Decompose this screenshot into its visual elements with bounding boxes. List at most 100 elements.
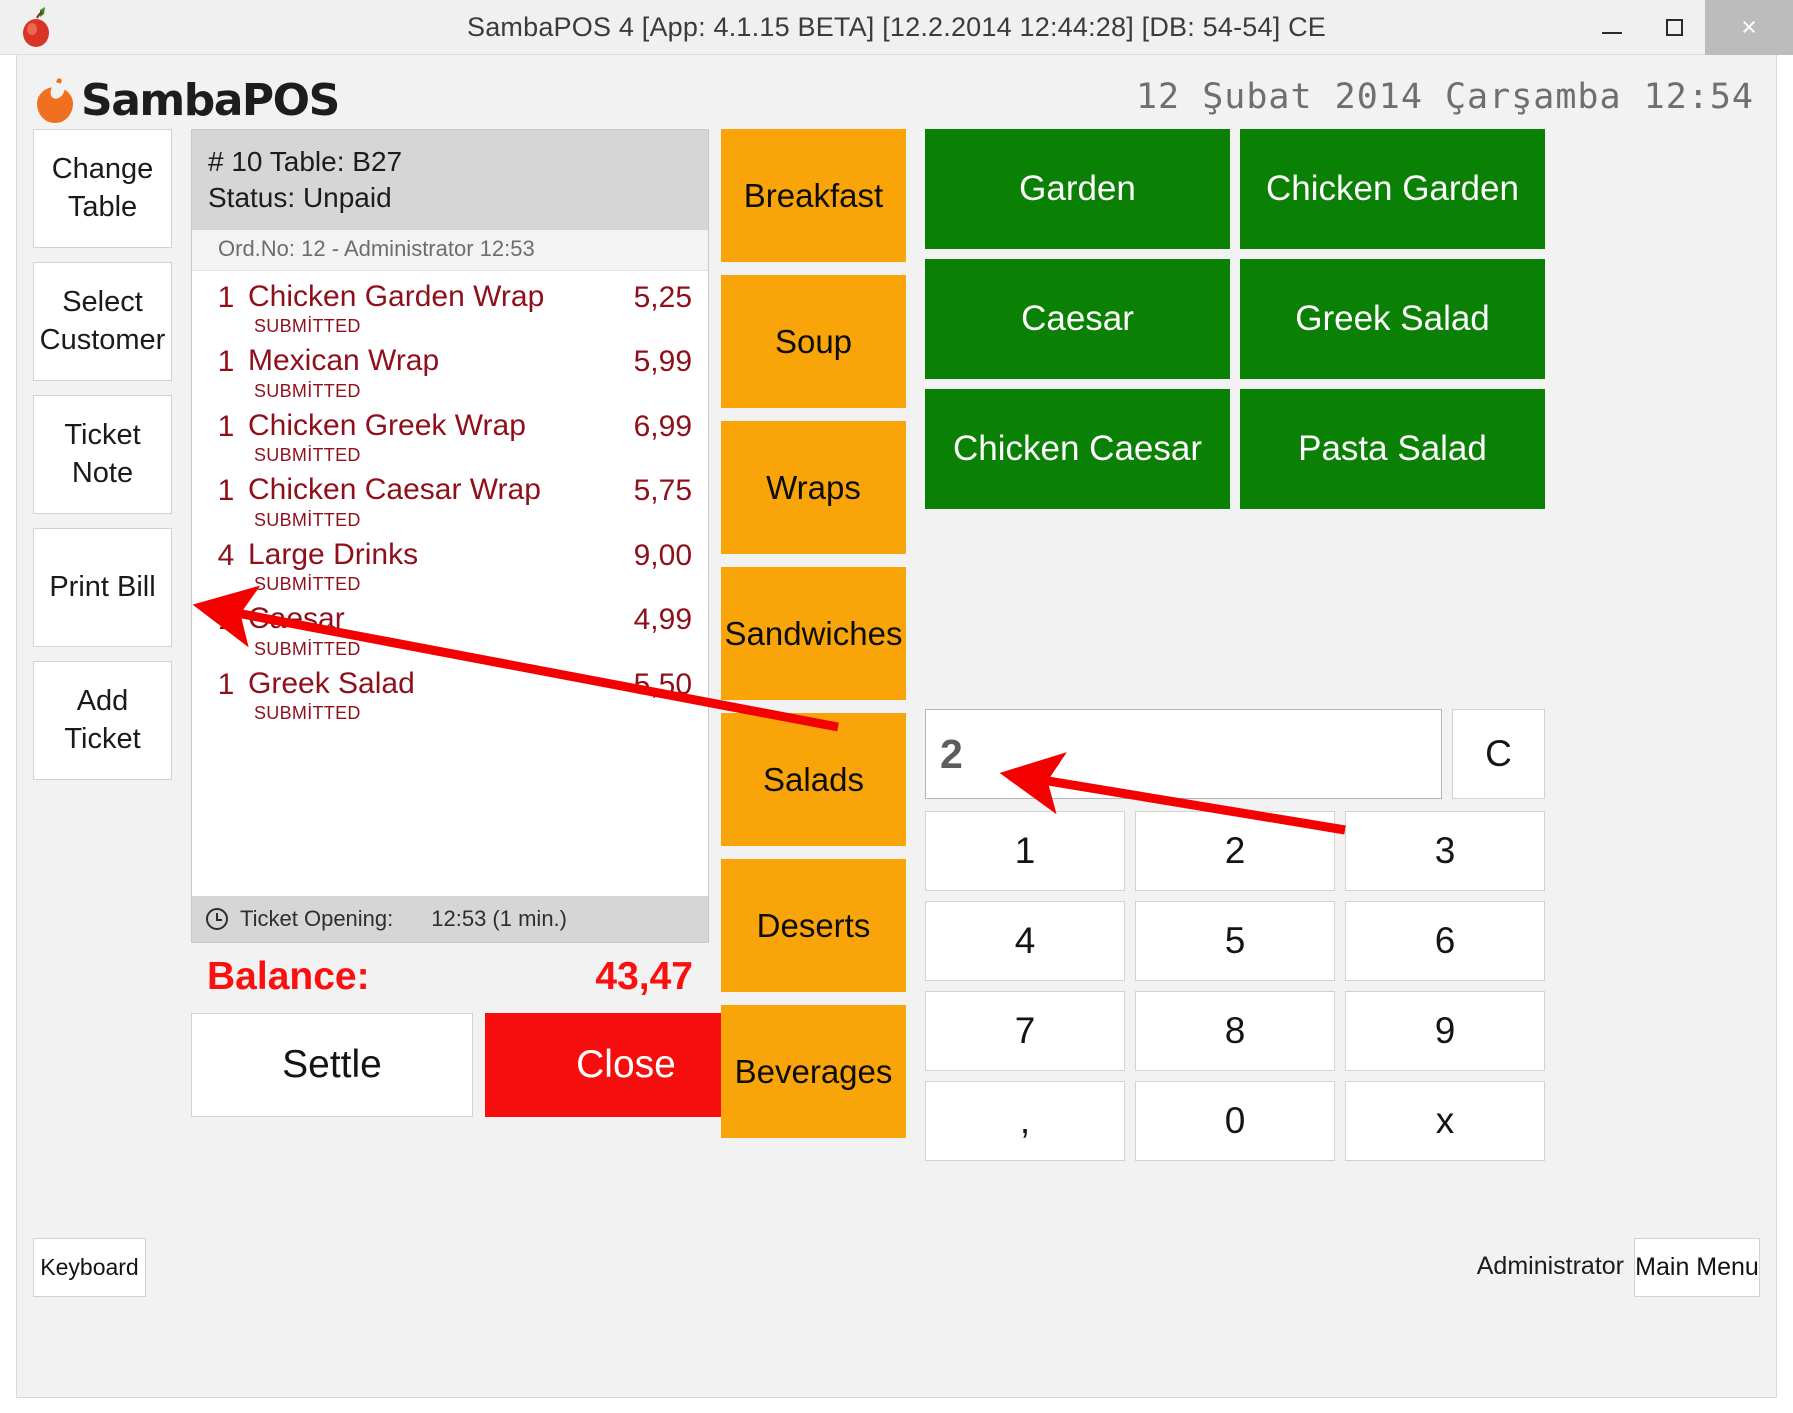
order-quantity: 4 [217, 538, 235, 572]
order-state: SUBMİTTED [254, 316, 361, 337]
order-group-header: Ord.No: 12 - Administrator 12:53 [192, 229, 708, 271]
current-user-label: Administrator [1476, 1252, 1624, 1280]
order-quantity: 1 [217, 280, 235, 314]
numpad-keys: 1 2 3 4 5 6 7 8 9 , 0 x [925, 811, 1545, 1161]
close-window-button[interactable]: × [1705, 0, 1793, 55]
order-row[interactable]: 1 Greek Salad SUBMİTTED 5,50 [192, 664, 708, 729]
numpad-key-0[interactable]: 0 [1135, 1081, 1335, 1161]
print-bill-button[interactable]: Print Bill [33, 528, 172, 647]
numpad-display[interactable]: 2 [925, 709, 1442, 799]
category-beverages[interactable]: Beverages [721, 1005, 906, 1138]
numpad-key-2[interactable]: 2 [1135, 811, 1335, 891]
numpad-clear-button[interactable]: C [1452, 709, 1545, 799]
product-garden[interactable]: Garden [925, 129, 1230, 249]
product-greek-salad[interactable]: Greek Salad [1240, 259, 1545, 379]
order-row[interactable]: 1 Mexican Wrap SUBMİTTED 5,99 [192, 341, 708, 406]
ticket-opening-value: 12:53 (1 min.) [431, 906, 567, 931]
order-name: Greek Salad [248, 666, 415, 700]
order-name: Large Drinks [248, 537, 419, 571]
numpad-key-5[interactable]: 5 [1135, 901, 1335, 981]
add-ticket-button[interactable]: Add Ticket [33, 661, 172, 780]
ticket-status: Status: Unpaid [208, 181, 392, 213]
ticket-number-table: # 10 Table: B27 [208, 146, 403, 177]
category-deserts[interactable]: Deserts [721, 859, 906, 992]
numpad-key-9[interactable]: 9 [1345, 991, 1545, 1071]
order-row[interactable]: 4 Large Drinks SUBMİTTED 9,00 [192, 535, 708, 600]
keyboard-button[interactable]: Keyboard [33, 1238, 146, 1297]
order-row[interactable]: 1 Caesar SUBMİTTED 4,99 [192, 599, 708, 664]
order-price: 4,99 [633, 603, 692, 637]
order-row[interactable]: 1 Chicken Caesar Wrap SUBMİTTED 5,75 [192, 470, 708, 535]
balance-label: Balance: [207, 955, 370, 998]
product-chicken-garden[interactable]: Chicken Garden [1240, 129, 1545, 249]
order-quantity: 1 [217, 409, 235, 443]
order-price: 9,00 [633, 538, 692, 572]
window-title: SambaPOS 4 [App: 4.1.15 BETA] [12.2.2014… [466, 12, 1327, 42]
category-soup[interactable]: Soup [721, 275, 906, 408]
main-menu-button[interactable]: Main Menu [1634, 1238, 1760, 1297]
order-state: SUBMİTTED [254, 509, 361, 530]
ticket-opening-label: Ticket Opening: [240, 906, 394, 931]
category-breakfast[interactable]: Breakfast [721, 129, 906, 262]
order-state: SUBMİTTED [254, 380, 361, 401]
settle-button[interactable]: Settle [191, 1013, 473, 1117]
clock-icon [206, 908, 228, 930]
window-controls: × [1581, 0, 1793, 55]
order-quantity: 1 [217, 345, 235, 379]
order-list: 1 Chicken Garden Wrap SUBMİTTED 5,25 1 M… [192, 270, 708, 896]
numpad-key-8[interactable]: 8 [1135, 991, 1335, 1071]
order-quantity: 1 [217, 667, 235, 701]
category-salads[interactable]: Salads [721, 713, 906, 846]
minimize-button[interactable] [1581, 0, 1643, 55]
numpad-key-1[interactable]: 1 [925, 811, 1125, 891]
brand-logo: SambaPOS [35, 69, 340, 131]
numpad-key-3[interactable]: 3 [1345, 811, 1545, 891]
order-price: 5,50 [633, 667, 692, 701]
sambapos-window: SambaPOS 4 [App: 4.1.15 BETA] [12.2.2014… [0, 0, 1793, 1413]
ticket-note-button[interactable]: Ticket Note [33, 395, 172, 514]
category-list: Breakfast Soup Wraps Sandwiches Salads D… [721, 129, 906, 1151]
change-table-button[interactable]: Change Table [33, 129, 172, 248]
maximize-button[interactable] [1643, 0, 1705, 55]
product-grid: Garden Chicken Garden Caesar Greek Salad… [925, 129, 1545, 509]
order-state: SUBMİTTED [254, 638, 361, 659]
product-pasta-salad[interactable]: Pasta Salad [1240, 389, 1545, 509]
order-name: Mexican Wrap [248, 344, 440, 378]
numpad-key-7[interactable]: 7 [925, 991, 1125, 1071]
order-quantity: 1 [217, 603, 235, 637]
command-sidebar: Change Table Select Customer Ticket Note… [33, 129, 172, 794]
ticket-footer: Ticket Opening: 12:53 (1 min.) [192, 896, 708, 942]
ticket-panel: # 10 Table: B27 Status: Unpaid Ord.No: 1… [191, 129, 709, 943]
order-state: SUBMİTTED [254, 445, 361, 466]
order-row[interactable]: 1 Chicken Garden Wrap SUBMİTTED 5,25 [192, 277, 708, 342]
order-price: 6,99 [633, 409, 692, 443]
client-area: SambaPOS 12 Şubat 2014 Çarşamba 12:54 Ch… [16, 55, 1777, 1398]
order-name: Chicken Garden Wrap [248, 279, 545, 313]
numpad-display-row: 2 C [925, 709, 1545, 799]
order-state: SUBMİTTED [254, 703, 361, 724]
apple-logo-icon [35, 76, 77, 124]
order-price: 5,25 [633, 280, 692, 314]
ticket-header: # 10 Table: B27 Status: Unpaid [192, 130, 708, 230]
order-name: Chicken Greek Wrap [248, 408, 526, 442]
title-bar: SambaPOS 4 [App: 4.1.15 BETA] [12.2.2014… [0, 0, 1793, 55]
numpad-key-4[interactable]: 4 [925, 901, 1125, 981]
product-chicken-caesar[interactable]: Chicken Caesar [925, 389, 1230, 509]
category-sandwiches[interactable]: Sandwiches [721, 567, 906, 700]
category-wraps[interactable]: Wraps [721, 421, 906, 554]
order-price: 5,75 [633, 474, 692, 508]
numpad-key-comma[interactable]: , [925, 1081, 1125, 1161]
current-datetime: 12 Şubat 2014 Çarşamba 12:54 [1135, 77, 1754, 117]
balance-value: 43,47 [595, 955, 693, 998]
order-quantity: 1 [217, 474, 235, 508]
balance-row: Balance: 43,47 [191, 955, 709, 999]
brand-name: SambaPOS [81, 74, 340, 126]
order-name: Chicken Caesar Wrap [248, 473, 541, 507]
minimize-icon [1602, 31, 1622, 34]
order-row[interactable]: 1 Chicken Greek Wrap SUBMİTTED 6,99 [192, 406, 708, 471]
product-caesar[interactable]: Caesar [925, 259, 1230, 379]
order-price: 5,99 [633, 345, 692, 379]
select-customer-button[interactable]: Select Customer [33, 262, 172, 381]
numpad-key-6[interactable]: 6 [1345, 901, 1545, 981]
numpad-key-multiply[interactable]: x [1345, 1081, 1545, 1161]
